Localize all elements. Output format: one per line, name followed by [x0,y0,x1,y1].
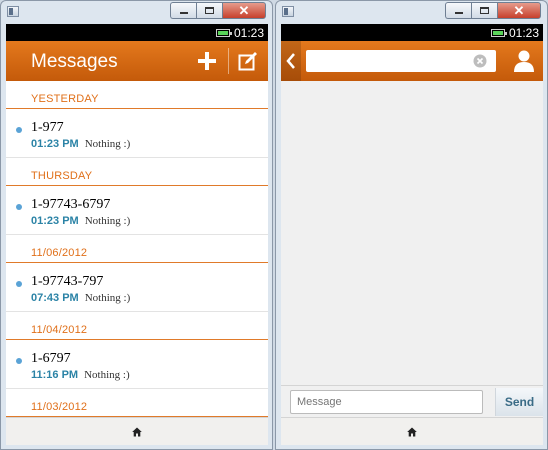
battery-icon [215,28,232,37]
contact-icon[interactable] [513,49,535,73]
app-window-icon [7,6,19,17]
message-time: 11:16 PM [31,369,79,381]
date-header: 11/06/2012 [6,235,268,263]
plus-icon[interactable] [196,50,218,72]
unread-indicator [16,358,22,364]
back-icon [286,53,295,69]
date-header: THURSDAY [6,158,268,186]
list-item[interactable]: 1-97743-797 07:43 PM Nothing :) [6,263,268,312]
page-title: Messages [31,51,118,72]
maximize-icon [205,7,214,14]
sender-number: 1-97743-797 [31,274,104,289]
status-bar: 01:23 [281,24,543,41]
status-time: 01:23 [508,25,539,40]
minimize-icon [454,12,463,14]
recipient-input[interactable] [306,50,496,72]
bottom-bar [6,417,268,445]
close-button[interactable]: ✕ [222,2,266,19]
message-time-row: 01:23 PM Nothing :) [31,138,130,150]
window-messages: ✕ 01:23 Messages YESTERDAY 1-977 01:23 P… [0,0,273,450]
message-list[interactable]: YESTERDAY 1-977 01:23 PM Nothing :) THURS… [6,81,268,417]
minimize-icon [179,12,188,14]
message-time-row: 11:16 PM Nothing :) [31,369,130,381]
message-preview: Nothing :) [84,292,131,304]
maximize-icon [480,7,489,14]
phone-screen: 01:23 Messages YESTERDAY 1-977 01:23 PM N… [6,24,268,445]
date-header: 11/03/2012 [6,389,268,417]
message-time: 01:23 PM [31,215,79,227]
window-controls: ✕ [445,2,541,19]
close-button[interactable]: ✕ [497,2,541,19]
unread-indicator [16,281,22,287]
message-preview: Nothing :) [84,369,130,381]
messages-header: Messages [6,41,268,81]
app-window-icon [282,6,294,17]
phone-screen: 01:23 Send [281,24,543,445]
conversation-body [281,81,543,385]
message-preview: Nothing :) [84,138,131,150]
message-preview: Nothing :) [84,215,131,227]
minimize-button[interactable] [170,2,196,19]
maximize-button[interactable] [471,2,497,19]
message-time-row: 01:23 PM Nothing :) [31,215,130,227]
minimize-button[interactable] [445,2,471,19]
unread-indicator [16,127,22,133]
date-header: YESTERDAY [6,81,268,109]
maximize-button[interactable] [196,2,222,19]
close-icon: ✕ [238,2,250,18]
back-button[interactable] [281,41,301,81]
date-header: 11/04/2012 [6,312,268,340]
sender-number: 1-6797 [31,351,71,366]
conversation-header [281,41,543,81]
sender-number: 1-97743-6797 [31,197,111,212]
status-time: 01:23 [233,25,264,40]
battery-icon [490,28,507,37]
home-icon[interactable] [407,427,417,437]
clear-icon[interactable] [473,54,487,68]
header-divider [228,48,229,74]
compose-icon[interactable] [238,51,258,71]
list-item[interactable]: 1-97743-6797 01:23 PM Nothing :) [6,186,268,235]
message-input[interactable] [290,390,483,414]
list-item[interactable]: 1-6797 11:16 PM Nothing :) [6,340,268,389]
send-button[interactable]: Send [495,388,543,416]
bottom-bar [281,417,543,445]
titlebar: ✕ [276,1,547,23]
compose-bar: Send [281,385,543,417]
close-icon: ✕ [513,2,525,18]
window-controls: ✕ [170,2,266,19]
message-time: 07:43 PM [31,292,79,304]
titlebar: ✕ [1,1,272,23]
message-time-row: 07:43 PM Nothing :) [31,292,130,304]
window-conversation: ✕ 01:23 Send [275,0,548,450]
message-time: 01:23 PM [31,138,79,150]
status-bar: 01:23 [6,24,268,41]
list-item[interactable]: 1-977 01:23 PM Nothing :) [6,109,268,158]
unread-indicator [16,204,22,210]
sender-number: 1-977 [31,120,64,135]
home-icon[interactable] [132,427,142,437]
